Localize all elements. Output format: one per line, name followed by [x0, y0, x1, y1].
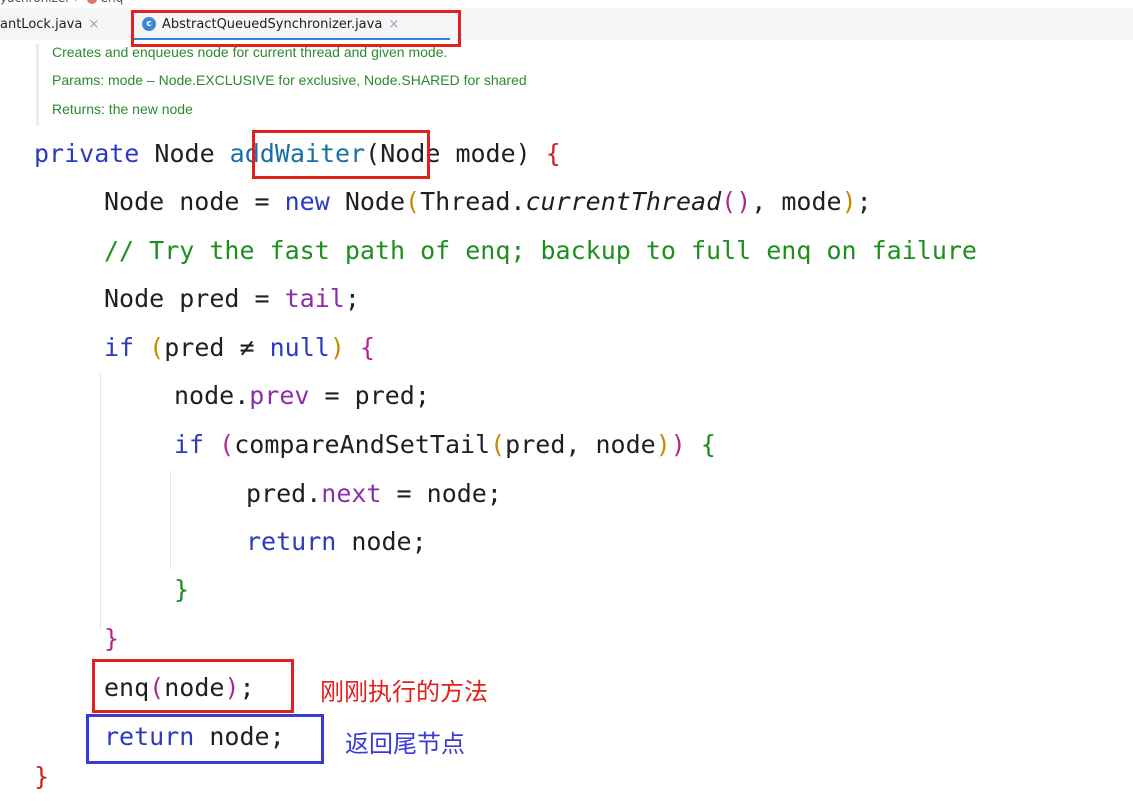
- annotation-return: 返回尾节点: [345, 730, 465, 758]
- doc-returns: Returns: the new node: [52, 101, 193, 117]
- code-close-brace-inner: }: [174, 575, 190, 604]
- highlight-box-enq: [92, 659, 294, 713]
- close-icon[interactable]: ×: [88, 17, 99, 32]
- code-line-5: if (pred ≠ null) {: [104, 333, 375, 362]
- code-close-brace-if: }: [104, 624, 120, 653]
- indent-guide: [170, 470, 171, 570]
- code-comment: // Try the fast path of enq; backup to f…: [104, 236, 977, 265]
- code-line-4: Node pred = tail;: [104, 284, 360, 313]
- highlight-box-method: [252, 130, 430, 179]
- doc-params: Params: mode – Node.EXCLUSIVE for exclus…: [52, 72, 527, 88]
- breadcrumb: yachrohizer › enq: [0, 0, 123, 7]
- annotation-enq: 刚刚执行的方法: [320, 678, 488, 706]
- code-line-7: if (compareAndSetTail(pred, node)) {: [174, 430, 716, 459]
- method-icon: [86, 0, 97, 4]
- doc-gutter-bar: [36, 44, 39, 126]
- tab-reentrantlock[interactable]: antLock.java ×: [0, 8, 99, 40]
- code-line-2: Node node = new Node(Thread.currentThrea…: [104, 187, 872, 216]
- code-line-8: pred.next = node;: [246, 479, 502, 508]
- javadoc-panel: Creates and enqueues node for current th…: [0, 40, 1133, 126]
- indent-guide: [100, 372, 101, 630]
- tab-label: antLock.java: [0, 16, 83, 32]
- code-close-brace-method: }: [34, 762, 50, 791]
- code-line-6: node.prev = pred;: [174, 381, 430, 410]
- highlight-box-tab: [131, 10, 461, 47]
- code-line-9: return node;: [246, 527, 427, 556]
- highlight-box-return: [86, 714, 324, 764]
